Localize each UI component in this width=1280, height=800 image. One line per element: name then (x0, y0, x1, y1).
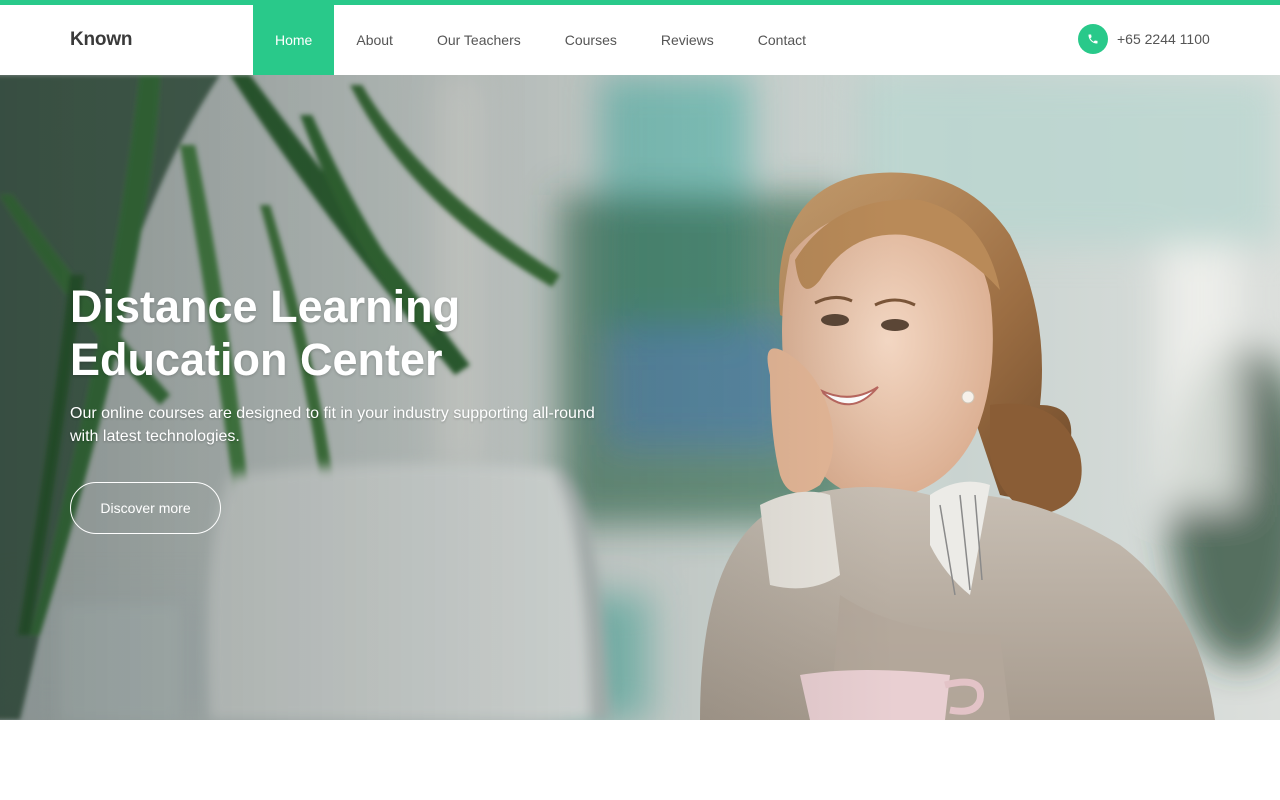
hero-content: Distance Learning Education Center Our o… (70, 280, 630, 534)
hero-subtitle: Our online courses are designed to fit i… (70, 405, 595, 445)
phone-icon (1078, 24, 1108, 54)
nav-item-courses[interactable]: Courses (543, 5, 639, 75)
brand-logo[interactable]: Known (70, 5, 133, 75)
hero-title-line-2: Education Center (70, 334, 443, 385)
nav-item-home[interactable]: Home (253, 5, 335, 75)
phone-contact[interactable]: +65 2244 1100 (1078, 24, 1210, 54)
hero-title: Distance Learning Education Center (70, 280, 630, 386)
nav-item-our-teachers[interactable]: Our Teachers (415, 5, 543, 75)
discover-more-button[interactable]: Discover more (70, 482, 221, 534)
phone-number: +65 2244 1100 (1117, 31, 1210, 47)
nav-item-reviews[interactable]: Reviews (639, 5, 736, 75)
hero-banner: Distance Learning Education Center Our o… (0, 75, 1280, 720)
nav-item-about[interactable]: About (334, 5, 415, 75)
content-area-below-hero (0, 720, 1280, 800)
nav-item-contact[interactable]: Contact (736, 5, 828, 75)
main-nav: Home About Our Teachers Courses Reviews … (253, 5, 828, 75)
hero-title-line-1: Distance Learning (70, 281, 461, 332)
site-header: Known Home About Our Teachers Courses Re… (0, 5, 1280, 75)
